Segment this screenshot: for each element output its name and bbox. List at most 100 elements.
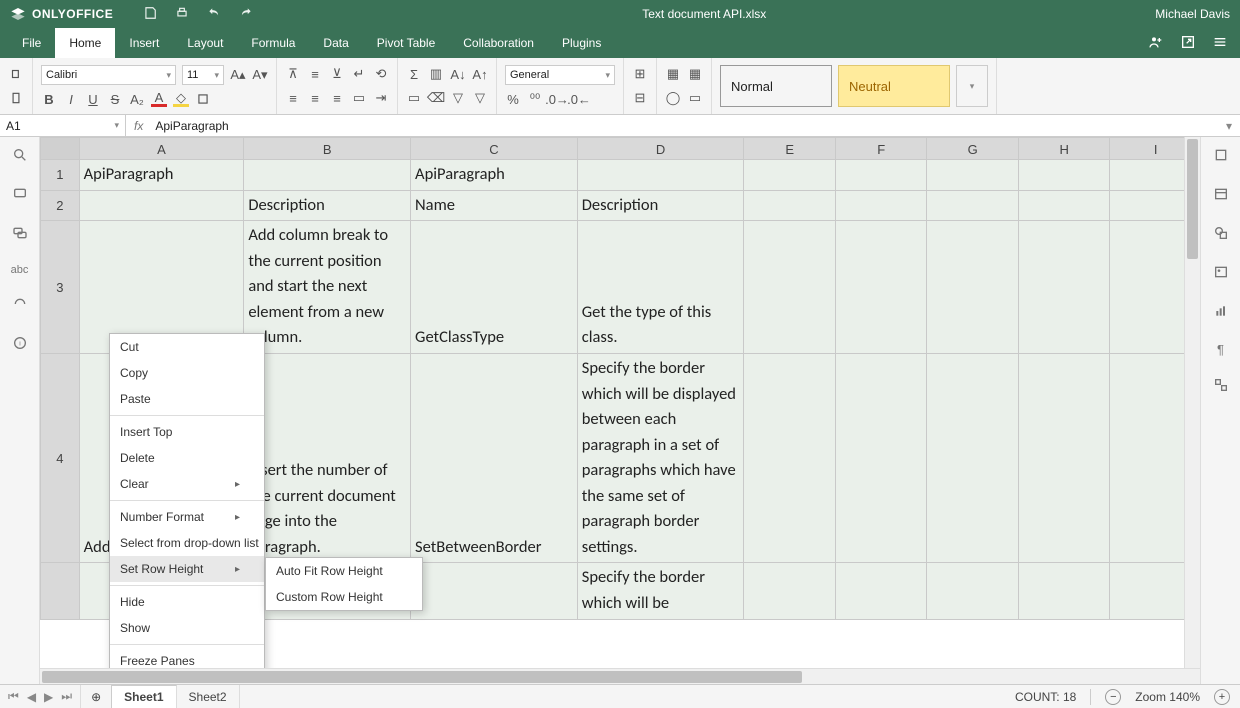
dec-dec-icon[interactable]: .0← [571, 91, 587, 107]
cell[interactable]: Description [577, 190, 744, 221]
add-sheet-button[interactable]: ⊕ [81, 690, 111, 704]
print-icon[interactable] [175, 6, 189, 23]
font-size-select[interactable]: 11▾ [182, 65, 224, 85]
col-header[interactable]: A [79, 138, 244, 160]
cell[interactable]: SetBetweenBorder [411, 353, 578, 563]
horizontal-scrollbar[interactable] [40, 668, 1200, 684]
sheet-tab[interactable]: Sheet1 [111, 685, 176, 708]
row-header[interactable]: 4 [41, 353, 80, 563]
sheet-tab[interactable]: Sheet2 [177, 685, 240, 708]
ctx-cut[interactable]: Cut [110, 334, 264, 360]
tab-data[interactable]: Data [309, 28, 362, 58]
sum-icon[interactable]: Σ [406, 66, 422, 82]
fill-color-icon[interactable]: ◇ [173, 91, 189, 107]
name-box[interactable]: A1▾ [0, 115, 126, 136]
pivot-settings-icon[interactable] [1213, 377, 1229, 396]
tab-layout[interactable]: Layout [173, 28, 237, 58]
table-settings-icon[interactable] [1213, 186, 1229, 205]
cell[interactable]: Add column break to the current position… [244, 221, 411, 354]
sheet-prev-icon[interactable]: ◀ [27, 690, 36, 704]
clear-icon[interactable]: ⌫ [428, 90, 444, 106]
hamburger-icon[interactable] [1212, 34, 1228, 53]
ctx-set-row-height[interactable]: Set Row Height▸ [110, 556, 264, 582]
ctx-select-dropdown[interactable]: Select from drop-down list [110, 530, 264, 556]
undo-icon[interactable] [207, 6, 221, 23]
sheet-last-icon[interactable]: ⏭ [61, 689, 72, 704]
cell[interactable] [244, 160, 411, 191]
select-all-corner[interactable] [41, 138, 80, 160]
col-header[interactable]: B [244, 138, 411, 160]
feedback-icon[interactable] [12, 296, 28, 315]
cell[interactable]: Specify the border which will be display… [577, 353, 744, 563]
share-icon[interactable] [1148, 34, 1164, 53]
wrap-text-icon[interactable]: ↵ [351, 66, 367, 82]
spellcheck-icon[interactable]: abc [11, 264, 29, 276]
cell[interactable] [577, 160, 744, 191]
cell-style-neutral[interactable]: Neutral [838, 65, 950, 107]
formula-expand-icon[interactable]: ▾ [1218, 119, 1240, 133]
ctx-paste[interactable]: Paste [110, 386, 264, 412]
align-center-icon[interactable]: ≡ [307, 90, 323, 106]
named-range-icon[interactable]: ▭ [406, 90, 422, 106]
cell[interactable]: Insert the number of the current documen… [244, 353, 411, 563]
sheet-first-icon[interactable]: ⏮ [8, 689, 19, 704]
cell[interactable]: Name [411, 190, 578, 221]
delete-cells-icon[interactable]: ⊟ [632, 90, 648, 106]
borders-icon[interactable] [195, 91, 211, 107]
subsuper-icon[interactable]: A₂ [129, 91, 145, 107]
table-template-icon[interactable]: ▦ [687, 66, 703, 82]
tab-plugins[interactable]: Plugins [548, 28, 615, 58]
cell[interactable] [79, 190, 244, 221]
paste-icon[interactable] [8, 90, 24, 106]
copy-icon[interactable] [8, 66, 24, 82]
text-settings-icon[interactable]: ¶ [1217, 342, 1224, 357]
cell-settings-icon[interactable] [1213, 147, 1229, 166]
ctx-auto-fit-row-height[interactable]: Auto Fit Row Height [266, 558, 422, 584]
col-header[interactable]: H [1018, 138, 1109, 160]
cell[interactable]: ApiParagraph [411, 160, 578, 191]
align-top-icon[interactable]: ⊼ [285, 66, 301, 82]
zoom-out-button[interactable]: − [1105, 689, 1121, 705]
ctx-number-format[interactable]: Number Format▸ [110, 504, 264, 530]
cell[interactable]: GetClassType [411, 221, 578, 354]
tab-insert[interactable]: Insert [115, 28, 173, 58]
cell-style-more[interactable]: ▾ [956, 65, 988, 107]
bold-icon[interactable]: B [41, 91, 57, 107]
align-bottom-icon[interactable]: ⊻ [329, 66, 345, 82]
cell[interactable]: Specify the border which will be [577, 563, 744, 619]
font-size-inc-icon[interactable]: A▴ [230, 67, 246, 83]
col-header[interactable]: F [835, 138, 926, 160]
ctx-insert-top[interactable]: Insert Top [110, 419, 264, 445]
dec-inc-icon[interactable]: .0→ [549, 91, 565, 107]
row-header[interactable]: 1 [41, 160, 80, 191]
ctx-freeze-panes[interactable]: Freeze Panes [110, 648, 264, 668]
vertical-scrollbar[interactable] [1184, 137, 1200, 668]
open-location-icon[interactable] [1180, 34, 1196, 53]
filter-clear-icon[interactable]: ▽ [472, 90, 488, 106]
ctx-clear[interactable]: Clear▸ [110, 471, 264, 497]
sheet-next-icon[interactable]: ▶ [44, 690, 53, 704]
underline-icon[interactable]: U [85, 91, 101, 107]
accounting-icon[interactable]: ⁰⁰ [527, 91, 543, 107]
italic-icon[interactable]: I [63, 91, 79, 107]
ctx-copy[interactable]: Copy [110, 360, 264, 386]
insert-image-icon[interactable]: ▭ [687, 90, 703, 106]
sort-desc-icon[interactable]: A↑ [472, 66, 488, 82]
tab-collab[interactable]: Collaboration [449, 28, 548, 58]
tab-pivot[interactable]: Pivot Table [363, 28, 449, 58]
cell-style-normal[interactable]: Normal [720, 65, 832, 107]
shape-settings-icon[interactable] [1213, 225, 1229, 244]
redo-icon[interactable] [239, 6, 253, 23]
save-icon[interactable] [143, 6, 157, 23]
font-color-icon[interactable]: A [151, 91, 167, 107]
user-name[interactable]: Michael Davis [1155, 7, 1230, 21]
col-header[interactable]: D [577, 138, 744, 160]
align-middle-icon[interactable]: ≡ [307, 66, 323, 82]
cell[interactable]: Get the type of this class. [577, 221, 744, 354]
cond-format-icon[interactable]: ▦ [665, 66, 681, 82]
zoom-in-button[interactable]: + [1214, 689, 1230, 705]
col-header[interactable]: G [927, 138, 1018, 160]
filter-icon[interactable]: ▽ [450, 90, 466, 106]
chat-icon[interactable] [12, 225, 28, 244]
sort-asc-icon[interactable]: A↓ [450, 66, 466, 82]
